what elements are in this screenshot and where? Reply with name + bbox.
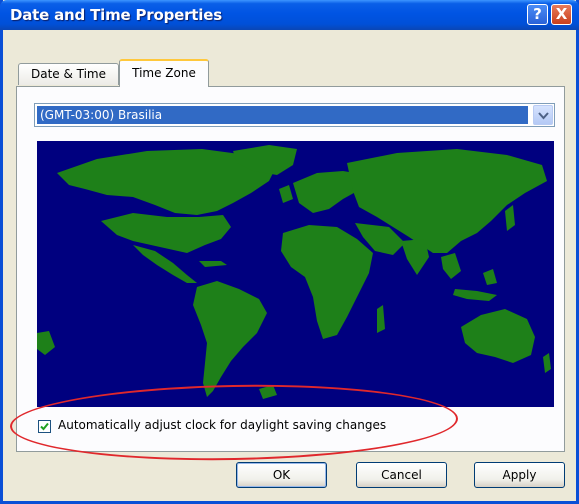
help-button[interactable]: ?: [527, 4, 548, 25]
window-title: Date and Time Properties: [10, 6, 222, 24]
chevron-down-icon: [538, 112, 549, 120]
world-time-zone-map[interactable]: [37, 141, 554, 407]
tab-time-zone[interactable]: Time Zone: [119, 59, 209, 87]
apply-button[interactable]: Apply: [474, 462, 565, 488]
title-bar[interactable]: Date and Time Properties ? X: [0, 0, 579, 30]
close-button[interactable]: X: [551, 4, 572, 25]
tab-date-time[interactable]: Date & Time: [18, 63, 119, 85]
world-map-image: [37, 145, 551, 399]
time-zone-selected-value: (GMT-03:00) Brasilia: [37, 106, 528, 124]
time-zone-select[interactable]: (GMT-03:00) Brasilia: [34, 103, 555, 127]
ok-button[interactable]: OK: [236, 462, 327, 488]
cancel-button[interactable]: Cancel: [356, 462, 447, 488]
dropdown-button[interactable]: [533, 105, 553, 125]
